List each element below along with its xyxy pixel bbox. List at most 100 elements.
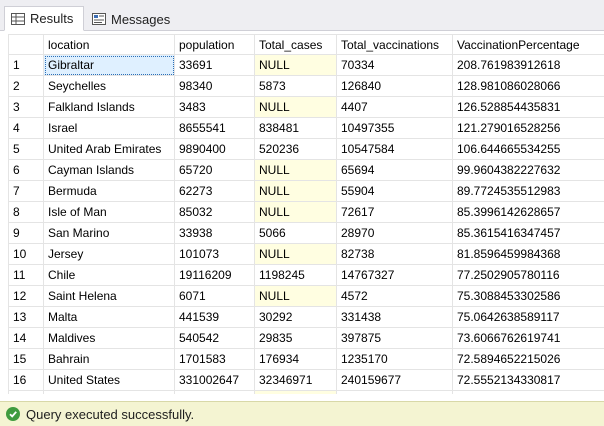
grid-cell[interactable]: 9890400 xyxy=(174,138,255,160)
grid-cell[interactable]: 19116209 xyxy=(174,264,255,286)
grid-cell[interactable]: Bermuda xyxy=(43,180,175,202)
table-row[interactable]: 15 Bahrain 1701583 176934 1235170 72.58946522… xyxy=(8,348,604,370)
grid-cell[interactable]: 32346971 xyxy=(254,369,337,391)
table-row[interactable]: 3 Falkland Islands 3483 NULL 4407 126.5288544… xyxy=(8,96,604,118)
table-row[interactable]: 11 Chile 19116209 1198245 14767327 77.2502905… xyxy=(8,264,604,286)
grid-cell[interactable]: 82738 xyxy=(336,243,453,265)
table-row[interactable]: 9 San Marino 33938 5066 28970 85.361541634745… xyxy=(8,222,604,244)
grid-cell[interactable]: 85032 xyxy=(174,201,255,223)
column-header[interactable]: Total_cases xyxy=(254,34,337,55)
table-row[interactable]: 5 United Arab Emirates 9890400 520236 105475… xyxy=(8,138,604,160)
grid-cell[interactable]: 33938 xyxy=(174,222,255,244)
grid-cell[interactable]: 33691 xyxy=(174,54,255,76)
row-number-cell[interactable]: 12 xyxy=(8,285,44,307)
grid-cell[interactable]: 99.9604382227632 xyxy=(452,159,604,181)
row-number-cell[interactable]: 15 xyxy=(8,348,44,370)
row-number-cell[interactable]: 7 xyxy=(8,180,44,202)
grid-cell[interactable]: 77.2502905780116 xyxy=(452,264,604,286)
grid-cell[interactable]: NULL xyxy=(254,96,337,118)
grid-cell[interactable]: 85.3996142628657 xyxy=(452,201,604,223)
grid-cell[interactable]: 72.5894652215026 xyxy=(452,348,604,370)
grid-cell[interactable]: 6071 xyxy=(174,285,255,307)
table-row[interactable]: 13 Malta 441539 30292 331438 75.0642638589117 xyxy=(8,306,604,328)
grid-cell[interactable]: 65720 xyxy=(174,159,255,181)
row-number-cell[interactable]: 13 xyxy=(8,306,44,328)
results-grid[interactable]: location population Total_cases Total_vacci… xyxy=(8,34,604,394)
grid-cell[interactable]: Bahrain xyxy=(43,348,175,370)
grid-cell[interactable]: 4407 xyxy=(336,96,453,118)
grid-cell[interactable]: 3483 xyxy=(174,96,255,118)
grid-cell[interactable]: United States xyxy=(43,369,175,391)
row-number-cell[interactable]: 5 xyxy=(8,138,44,160)
grid-cell[interactable]: 81.8596459984368 xyxy=(452,243,604,265)
row-number-cell[interactable]: 1 xyxy=(8,54,44,76)
grid-cell[interactable]: 8655541 xyxy=(174,117,255,139)
grid-cell[interactable]: 85.3615416347457 xyxy=(452,222,604,244)
grid-cell[interactable]: 5066 xyxy=(254,222,337,244)
grid-cell[interactable]: Falkland Islands xyxy=(43,96,175,118)
row-number-cell[interactable]: 6 xyxy=(8,159,44,181)
grid-cell[interactable]: 89.7724535512983 xyxy=(452,180,604,202)
grid-cell[interactable]: 65694 xyxy=(336,159,453,181)
tab-messages[interactable]: Messages xyxy=(86,7,180,31)
tab-results[interactable]: Results xyxy=(4,6,84,31)
grid-cell[interactable]: 441539 xyxy=(174,306,255,328)
grid-cell[interactable]: Maldives xyxy=(43,327,175,349)
grid-cell[interactable]: 29835 xyxy=(254,327,337,349)
grid-cell[interactable]: 126.528854435831 xyxy=(452,96,604,118)
column-header[interactable]: VaccinationPercentage xyxy=(452,34,604,55)
grid-cell[interactable]: 5873 xyxy=(254,75,337,97)
grid-cell[interactable]: 208.761983912618 xyxy=(452,54,604,76)
grid-cell[interactable]: 30292 xyxy=(254,306,337,328)
grid-cell[interactable]: 540542 xyxy=(174,327,255,349)
grid-cell[interactable]: 55904 xyxy=(336,180,453,202)
grid-cell[interactable]: 397875 xyxy=(336,327,453,349)
pane-divider[interactable] xyxy=(0,394,604,401)
grid-cell[interactable]: 1198245 xyxy=(254,264,337,286)
grid-cell[interactable]: 331002647 xyxy=(174,369,255,391)
table-row[interactable]: 16 United States 331002647 32346971 24015967… xyxy=(8,369,604,391)
grid-cell[interactable]: 126840 xyxy=(336,75,453,97)
grid-cell[interactable]: 10547584 xyxy=(336,138,453,160)
grid-cell[interactable]: San Marino xyxy=(43,222,175,244)
table-row[interactable]: 6 Cayman Islands 65720 NULL 65694 99.96043822… xyxy=(8,159,604,181)
grid-cell[interactable]: 98340 xyxy=(174,75,255,97)
grid-cell[interactable]: 1235170 xyxy=(336,348,453,370)
grid-cell[interactable]: Saint Helena xyxy=(43,285,175,307)
grid-cell[interactable]: Isle of Man xyxy=(43,201,175,223)
row-number-cell[interactable]: 10 xyxy=(8,243,44,265)
grid-cell[interactable]: 240159677 xyxy=(336,369,453,391)
column-header[interactable]: location xyxy=(43,34,175,55)
row-number-header[interactable] xyxy=(8,34,44,55)
grid-cell[interactable]: 73.6066762619741 xyxy=(452,327,604,349)
row-number-cell[interactable]: 3 xyxy=(8,96,44,118)
table-row[interactable]: 8 Isle of Man 85032 NULL 72617 85.39961426286… xyxy=(8,201,604,223)
grid-cell[interactable]: Gibraltar xyxy=(43,54,175,76)
grid-cell[interactable]: NULL xyxy=(254,54,337,76)
grid-cell[interactable]: Chile xyxy=(43,264,175,286)
table-row[interactable]: 14 Maldives 540542 29835 397875 73.6066762619… xyxy=(8,327,604,349)
column-header[interactable]: population xyxy=(174,34,255,55)
grid-cell[interactable]: 121.279016528256 xyxy=(452,117,604,139)
table-row[interactable]: 12 Saint Helena 6071 NULL 4572 75.30884533025… xyxy=(8,285,604,307)
grid-cell[interactable]: Jersey xyxy=(43,243,175,265)
grid-cell[interactable]: NULL xyxy=(254,180,337,202)
grid-cell[interactable]: NULL xyxy=(254,159,337,181)
grid-cell[interactable]: Seychelles xyxy=(43,75,175,97)
row-number-cell[interactable]: 11 xyxy=(8,264,44,286)
column-header[interactable]: Total_vaccinations xyxy=(336,34,453,55)
row-number-cell[interactable]: 16 xyxy=(8,369,44,391)
table-row[interactable]: 1 Gibraltar 33691 NULL 70334 208.761983912618 xyxy=(8,54,604,76)
grid-cell[interactable]: 176934 xyxy=(254,348,337,370)
grid-cell[interactable]: 106.644665534255 xyxy=(452,138,604,160)
grid-cell[interactable]: Malta xyxy=(43,306,175,328)
grid-cell[interactable]: 101073 xyxy=(174,243,255,265)
row-number-cell[interactable]: 4 xyxy=(8,117,44,139)
row-number-cell[interactable]: 14 xyxy=(8,327,44,349)
table-row[interactable]: 10 Jersey 101073 NULL 82738 81.8596459984368 xyxy=(8,243,604,265)
grid-cell[interactable]: 75.0642638589117 xyxy=(452,306,604,328)
grid-cell[interactable]: 1701583 xyxy=(174,348,255,370)
grid-cell[interactable]: NULL xyxy=(254,285,337,307)
grid-cell[interactable]: 28970 xyxy=(336,222,453,244)
grid-cell[interactable]: 70334 xyxy=(336,54,453,76)
